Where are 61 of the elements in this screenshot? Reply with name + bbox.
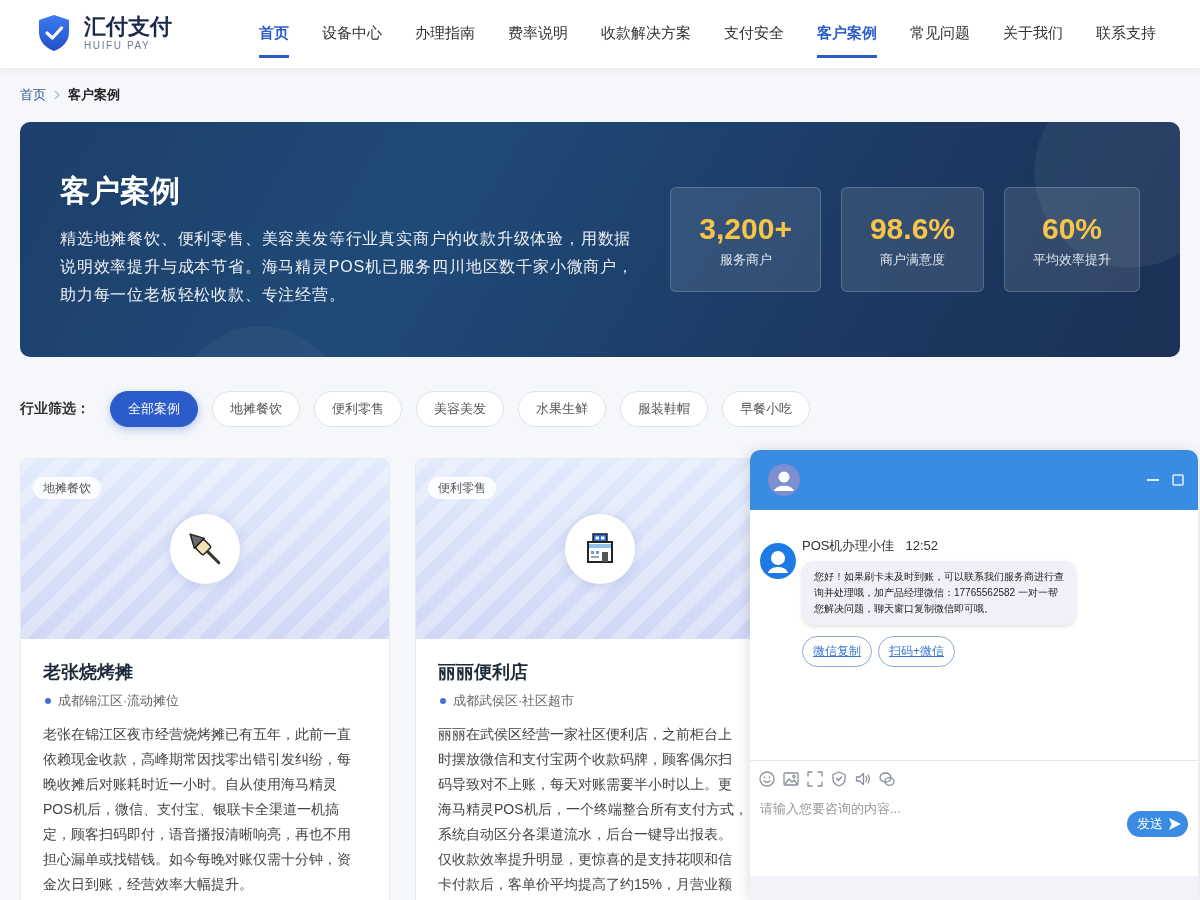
speaker-icon[interactable] (855, 771, 871, 787)
nav-link[interactable]: 费率说明 (508, 0, 568, 58)
location-text: 成都武侯区·社区超市 (453, 692, 575, 710)
maximize-icon[interactable] (1172, 474, 1184, 486)
filter-chip[interactable]: 便利零售 (314, 391, 402, 427)
store-icon (565, 514, 635, 584)
location-text: 成都锦江区·流动摊位 (58, 692, 180, 710)
image-icon[interactable] (783, 771, 799, 787)
shield-check-icon (38, 14, 70, 52)
filter-chip[interactable]: 美容美发 (416, 391, 504, 427)
stat-label: 平均效率提升 (1033, 250, 1111, 269)
quick-reply-button[interactable]: 微信复制 (802, 636, 872, 667)
sender-name: POS机办理小佳 (802, 537, 895, 555)
nav-link[interactable]: 首页 (259, 0, 289, 58)
quick-reply-button[interactable]: 扫码+微信 (878, 636, 955, 667)
hero-title: 客户案例 (60, 172, 180, 209)
breadcrumb-current: 客户案例 (68, 86, 120, 104)
nav-link[interactable]: 支付安全 (724, 0, 784, 58)
avatar-icon (760, 543, 796, 579)
stat-value: 98.6% (869, 210, 955, 247)
send-button[interactable]: 发送 (1127, 811, 1188, 837)
nav-link[interactable]: 收款解决方案 (601, 0, 691, 58)
skewer-icon (170, 514, 240, 584)
send-icon (1168, 817, 1182, 831)
smiley-icon[interactable] (759, 771, 775, 787)
category-tag: 地摊餐饮 (33, 477, 101, 499)
shield-icon[interactable] (831, 771, 847, 787)
message-bubble: 您好！如果刷卡未及时到账，可以联系我们服务商进行查询并处理哦，加产品经理微信：17765562582 一对一帮您解决问题，聊天窗口复制微信即可哦。 (802, 561, 1076, 625)
card-title: 丽丽便利店 (438, 661, 528, 684)
bullet-icon (440, 698, 446, 704)
chevron-icon (54, 90, 60, 100)
message-time: 12:52 (905, 537, 938, 555)
bullet-icon (45, 698, 51, 704)
stat-value: 60% (1041, 210, 1102, 247)
filter-chip[interactable]: 水果生鲜 (518, 391, 606, 427)
stat-label: 服务商户 (719, 250, 772, 269)
nav-link[interactable]: 常见问题 (910, 0, 970, 58)
filter-chip[interactable]: 早餐小吃 (722, 391, 810, 427)
stat-label: 商户满意度 (879, 250, 945, 269)
filter-label: 行业筛选： (20, 400, 90, 418)
filter-chip[interactable]: 全部案例 (110, 391, 198, 427)
nav-link[interactable]: 设备中心 (322, 0, 382, 58)
nav-link[interactable]: 关于我们 (1003, 0, 1063, 58)
avatar-icon (768, 464, 800, 496)
logo-title: 汇付支付 (84, 14, 172, 40)
logo-subtitle: HUIFU PAY (84, 40, 152, 52)
message-input[interactable]: 请输入您要咨询的内容... (760, 799, 1117, 869)
filter-chip[interactable]: 地摊餐饮 (212, 391, 300, 427)
nav-link[interactable]: 客户案例 (817, 0, 877, 58)
card-description: 老张在锦江区夜市经营烧烤摊已有五年，此前一直 依赖现金收款，高峰期常因找零出错引发纠纷，每 晚收摊后对账耗时近一小时。自从使用海马精灵 POS机后，微信、支付宝、银联卡全渠道一机搞 定，顾客扫码即付，语音播报清晰响亮，再也不用 担心漏单或找错钱。如今每晚对账仅需十分钟，资 金次日到账，经营效率大幅提升。 (43, 725, 351, 894)
stat-value: 3,200+ (699, 210, 792, 247)
breadcrumb-link[interactable]: 首页 (20, 86, 46, 104)
fullscreen-icon[interactable] (807, 771, 823, 787)
nav-link[interactable]: 办理指南 (415, 0, 475, 58)
hero-description: 精选地摊餐饮、便利零售、美容美发等行业真实商户的收款升级体验，用数据说明效率提升与成本节省。海马精灵POS机已服务四川地区数千家小微商户，助力每一位老板轻松收款、专注经营。 (60, 228, 635, 305)
card-title: 老张烧烤摊 (43, 661, 133, 684)
card-description: 丽丽在武侯区经营一家社区便利店，之前柜台上 时摆放微信和支付宝两个收款码牌，顾客偶尔扫 码导致对不上账，每天对账需要半小时以上。更 海马精灵POS机后，一个终端整合所有支付方式， 系统自动区分各渠道流水，后台一键导出报表。 仅收款效率提升明显，更惊喜的是支持花呗和信 卡付款后，客单价平均提高了约15%，月营业额 (438, 725, 748, 894)
category-tag: 便利零售 (428, 477, 496, 499)
chat-bubbles-icon[interactable] (879, 771, 895, 787)
filter-chip[interactable]: 服装鞋帽 (620, 391, 708, 427)
nav-link[interactable]: 联系支持 (1096, 0, 1156, 58)
